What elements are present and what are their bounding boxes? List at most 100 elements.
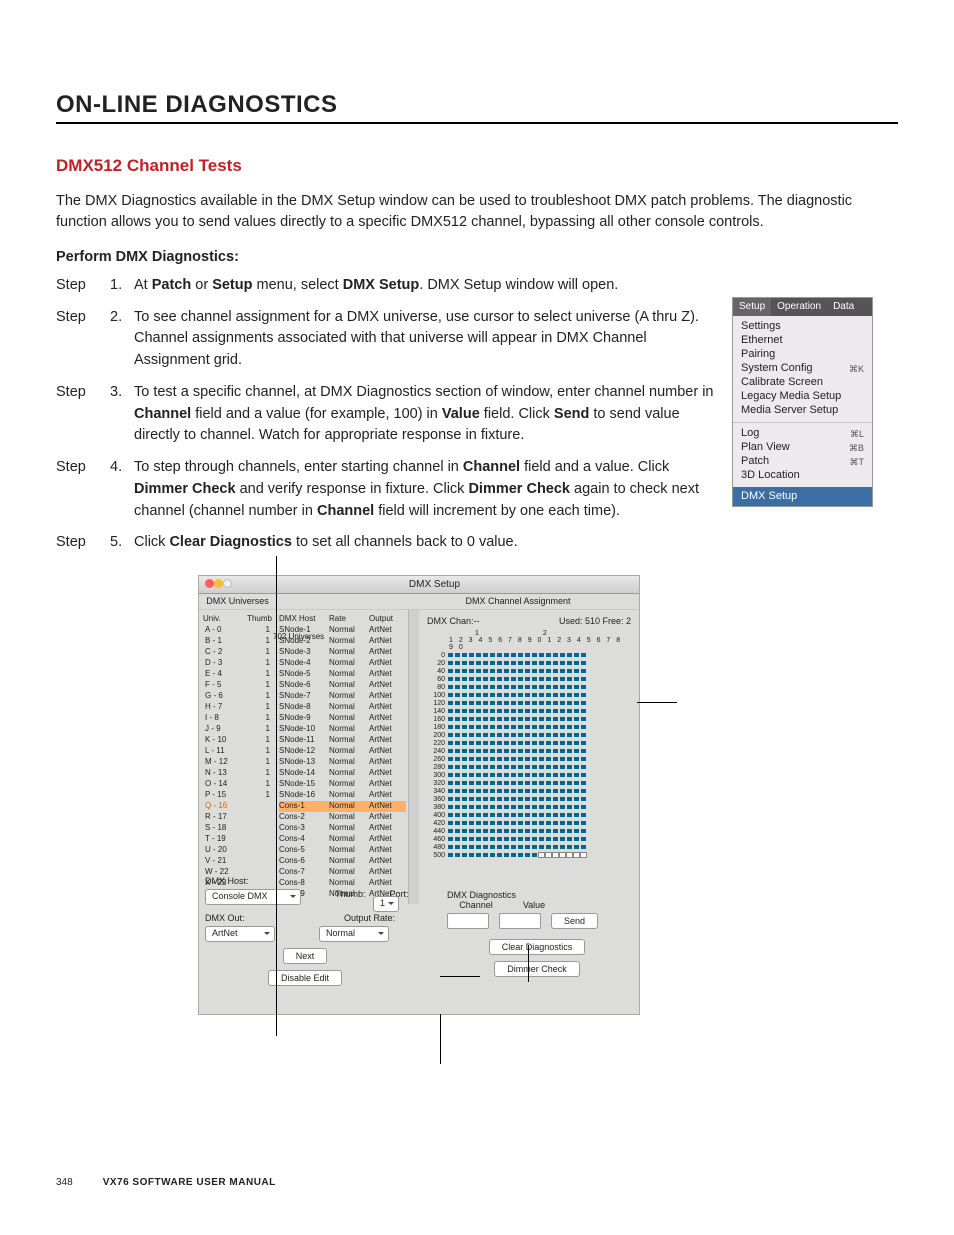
host-row[interactable]: SNode-3NormalArtNet [279,647,406,658]
grid-row: 0 [427,651,631,659]
dimmer-check-button[interactable]: Dimmer Check [494,961,580,977]
channel-input[interactable] [447,913,489,929]
host-row[interactable]: Cons-1NormalArtNet [279,801,406,812]
grid-row: 180 [427,723,631,731]
menu-item[interactable]: Log⌘L [741,427,864,441]
right-header: DMX Channel Assignment [277,594,639,609]
grid-row: 460 [427,835,631,843]
menu-tab[interactable]: Operation [771,298,827,316]
grid-row: 500 [427,851,631,859]
grid-row: 80 [427,683,631,691]
output-rate-select[interactable]: Normal [319,926,389,942]
send-button[interactable]: Send [551,913,598,929]
menu-tab[interactable]: Setup [733,298,771,316]
next-button[interactable]: Next [283,948,328,964]
host-row[interactable]: SNode-9NormalArtNet [279,713,406,724]
universe-row[interactable]: P - 151 [203,790,272,801]
host-row[interactable]: SNode-14NormalArtNet [279,768,406,779]
universe-row[interactable]: B - 11 [203,636,272,647]
universe-row[interactable]: H - 71 [203,702,272,713]
host-row[interactable]: SNode-15NormalArtNet [279,779,406,790]
menu-item[interactable]: Settings [741,320,864,334]
host-row[interactable]: SNode-13NormalArtNet [279,757,406,768]
universe-row[interactable]: S - 18 [203,823,272,834]
menu-item[interactable]: Patch⌘T [741,455,864,469]
used-free: Used: 510 Free: 2 [559,616,631,626]
menu-item[interactable]: Calibrate Screen [741,376,864,390]
host-row[interactable]: SNode-10NormalArtNet [279,724,406,735]
universe-row[interactable]: I - 81 [203,713,272,724]
universe-row[interactable]: U - 20 [203,845,272,856]
grid-row: 140 [427,707,631,715]
universe-row[interactable]: D - 31 [203,658,272,669]
menu-item[interactable]: Ethernet [741,334,864,348]
disable-edit-button[interactable]: Disable Edit [268,970,342,986]
window-title: DMX Setup [236,579,633,590]
page-number: 348 [56,1177,73,1188]
universe-row[interactable]: A - 01 [203,625,272,636]
host-row[interactable]: Cons-5NormalArtNet [279,845,406,856]
grid-row: 360 [427,795,631,803]
universe-row[interactable]: M - 121 [203,757,272,768]
menu-item[interactable]: Legacy Media Setup [741,390,864,404]
universe-row[interactable]: C - 21 [203,647,272,658]
universe-row[interactable]: R - 17 [203,812,272,823]
host-row[interactable]: SNode-8NormalArtNet [279,702,406,713]
universe-row[interactable]: G - 61 [203,691,272,702]
menu-item[interactable]: Pairing [741,348,864,362]
universe-row[interactable]: E - 41 [203,669,272,680]
manual-title: VX76 SOFTWARE USER MANUAL [103,1177,276,1188]
grid-row: 480 [427,843,631,851]
host-row[interactable]: SNode-6NormalArtNet [279,680,406,691]
grid-row: 200 [427,731,631,739]
dmx-host-select[interactable]: Console DMX [205,889,301,905]
menu-item[interactable]: 3D Location [741,469,864,483]
scrollbar[interactable] [409,610,419,904]
universe-row[interactable]: F - 51 [203,680,272,691]
step-text: Click Clear Diagnostics to set all chann… [134,532,894,554]
host-row[interactable]: SNode-4NormalArtNet [279,658,406,669]
universe-row[interactable]: K - 101 [203,735,272,746]
host-row[interactable]: SNode-12NormalArtNet [279,746,406,757]
universe-count: 702 Universes [273,632,324,641]
host-row[interactable]: Cons-3NormalArtNet [279,823,406,834]
grid-row: 280 [427,763,631,771]
host-row[interactable]: Cons-6NormalArtNet [279,856,406,867]
host-row[interactable]: Cons-4NormalArtNet [279,834,406,845]
grid-row: 400 [427,811,631,819]
universe-row[interactable]: L - 111 [203,746,272,757]
menu-tab[interactable]: Data [827,298,860,316]
host-row[interactable]: Cons-2NormalArtNet [279,812,406,823]
universe-row[interactable]: N - 131 [203,768,272,779]
menu-selected[interactable]: DMX Setup [733,487,872,506]
dmx-chan-label: DMX Chan:-- [427,616,480,626]
host-row[interactable]: SNode-7NormalArtNet [279,691,406,702]
grid-row: 20 [427,659,631,667]
step-text: At Patch or Setup menu, select DMX Setup… [134,275,714,297]
clear-diagnostics-button[interactable]: Clear Diagnostics [489,939,586,955]
universe-row[interactable]: O - 141 [203,779,272,790]
grid-row: 220 [427,739,631,747]
universe-row[interactable]: Q - 16 [203,801,272,812]
universe-row[interactable]: V - 21 [203,856,272,867]
universe-row[interactable]: J - 91 [203,724,272,735]
universe-row[interactable]: T - 19 [203,834,272,845]
window-controls[interactable] [205,579,232,590]
host-row[interactable]: SNode-5NormalArtNet [279,669,406,680]
diagnostics-title: DMX Diagnostics [447,890,627,900]
menu-item[interactable]: Plan View⌘B [741,441,864,455]
grid-row: 260 [427,755,631,763]
value-input[interactable] [499,913,541,929]
perform-heading: Perform DMX Diagnostics: [56,249,898,265]
host-row[interactable]: SNode-11NormalArtNet [279,735,406,746]
grid-row: 100 [427,691,631,699]
dmx-out-label: DMX Out: [205,913,245,923]
grid-row: 420 [427,819,631,827]
grid-row: 440 [427,827,631,835]
host-row[interactable]: SNode-16NormalArtNet [279,790,406,801]
grid-row: 320 [427,779,631,787]
dmx-out-select[interactable]: ArtNet [205,926,275,942]
port-select[interactable]: 1 [373,896,399,912]
menu-item[interactable]: System Config⌘K [741,362,864,376]
menu-item[interactable]: Media Server Setup [741,404,864,418]
